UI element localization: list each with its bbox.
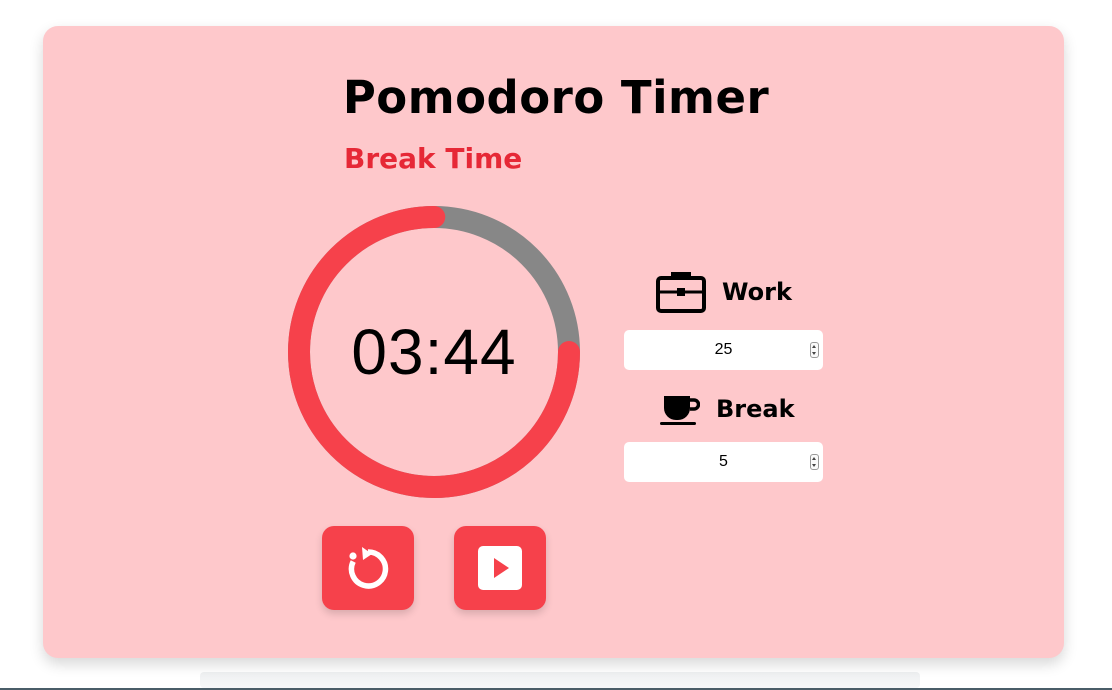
spinner-up-icon[interactable] (812, 457, 816, 460)
work-minutes-spinner[interactable] (810, 342, 819, 358)
reset-icon (348, 547, 389, 589)
time-display: 03:44 (351, 316, 517, 388)
mode-label: Break Time (344, 142, 523, 175)
coffee-cup-icon (660, 396, 700, 425)
spinner-down-icon[interactable] (812, 352, 816, 355)
break-setting-header: Break (660, 392, 795, 426)
break-minutes-spinner[interactable] (810, 454, 819, 470)
break-label: Break (716, 395, 795, 423)
briefcase-icon (656, 272, 706, 313)
reset-button[interactable] (322, 526, 414, 610)
work-minutes-value: 25 (714, 341, 733, 358)
spinner-up-icon[interactable] (812, 345, 816, 348)
work-label: Work (722, 278, 792, 306)
page-title: Pomodoro Timer (342, 71, 770, 124)
timer-ring: 03:44 (288, 206, 580, 498)
work-minutes-input[interactable]: 25 (624, 330, 823, 370)
break-minutes-value: 5 (719, 453, 728, 470)
break-minutes-input[interactable]: 5 (624, 442, 823, 482)
play-icon (478, 546, 522, 590)
work-setting-header: Work (656, 270, 792, 314)
page-bottom-shadow (200, 672, 920, 688)
spinner-down-icon[interactable] (812, 464, 816, 467)
play-button[interactable] (454, 526, 546, 610)
